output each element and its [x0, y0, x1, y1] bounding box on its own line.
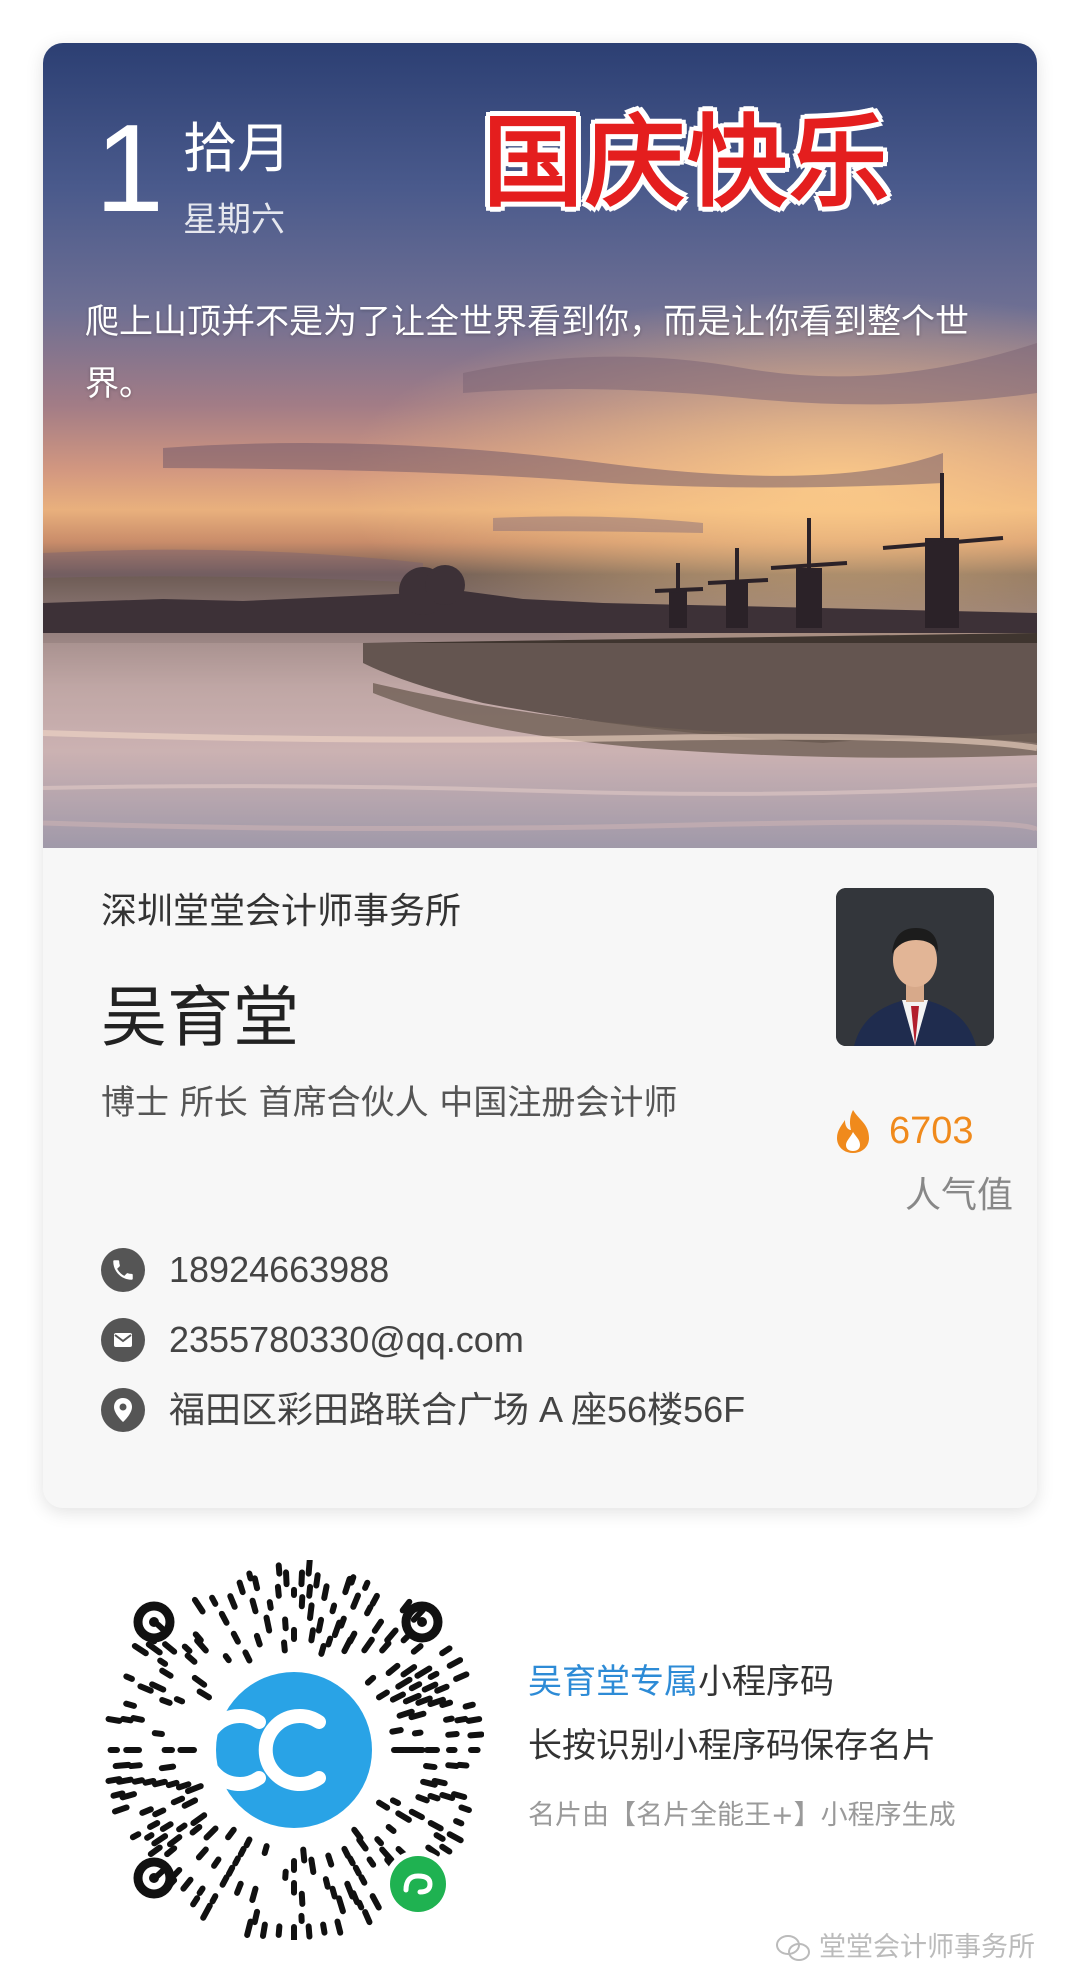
email-address: 2355780330@qq.com — [169, 1319, 524, 1360]
date-weekday: 星期六 — [183, 200, 285, 240]
date-day: 1 — [95, 100, 164, 238]
watermark-text: 堂堂会计师事务所 — [819, 1932, 1035, 1963]
miniprogram-code-label: 小程序码 — [698, 1662, 834, 1702]
miniprogram-owner: 吴育堂专属 — [528, 1662, 698, 1702]
phone-icon — [101, 1248, 145, 1292]
business-card: 1 拾月 星期六 国庆快乐 爬上山顶并不是为了让全世界看到你，而是让你看到整个世… — [43, 43, 1037, 1508]
location-pin-icon — [101, 1388, 145, 1432]
address: 福田区彩田路联合广场 A 座56楼56F — [169, 1389, 746, 1430]
popularity-count: 6703 — [889, 1110, 974, 1152]
phone-row[interactable]: 18924663988 — [101, 1242, 389, 1298]
date-month: 拾月 — [183, 117, 291, 180]
miniprogram-title: 吴育堂专属小程序码 — [528, 1658, 834, 1706]
hero-banner: 1 拾月 星期六 国庆快乐 爬上山顶并不是为了让全世界看到你，而是让你看到整个世… — [43, 43, 1037, 848]
miniprogram-instruction: 长按识别小程序码保存名片 — [528, 1726, 936, 1766]
flame-icon — [837, 1110, 869, 1153]
quote-text: 爬上山顶并不是为了让全世界看到你，而是让你看到整个世界。 — [85, 302, 969, 404]
account-watermark: 堂堂会计师事务所 — [775, 1928, 1035, 1968]
card-info: 深圳堂堂会计师事务所 吴育堂 博士 所长 首席合伙人 中国注册会计师 6703 — [43, 848, 1037, 1508]
popularity: 6703 人气值 — [833, 1106, 1013, 1216]
company-name: 深圳堂堂会计师事务所 — [101, 891, 462, 932]
miniprogram-code[interactable] — [104, 1560, 484, 1940]
wechat-icon — [776, 1935, 810, 1961]
generated-by-note: 名片由【名片全能王+】小程序生成 — [528, 1800, 956, 1831]
mail-icon — [101, 1318, 145, 1362]
address-row[interactable]: 福田区彩田路联合广场 A 座56楼56F — [101, 1382, 745, 1438]
phone-number: 18924663988 — [169, 1249, 390, 1290]
holiday-badge: 国庆快乐 — [483, 104, 891, 221]
popularity-label: 人气值 — [905, 1175, 1014, 1216]
miniprogram-icon — [390, 1856, 446, 1912]
person-name: 吴育堂 — [101, 979, 299, 1056]
person-titles: 博士 所长 首席合伙人 中国注册会计师 — [101, 1083, 678, 1123]
email-row[interactable]: 2355780330@qq.com — [101, 1312, 524, 1368]
cc-logo — [216, 1672, 372, 1828]
avatar[interactable] — [836, 888, 994, 1046]
